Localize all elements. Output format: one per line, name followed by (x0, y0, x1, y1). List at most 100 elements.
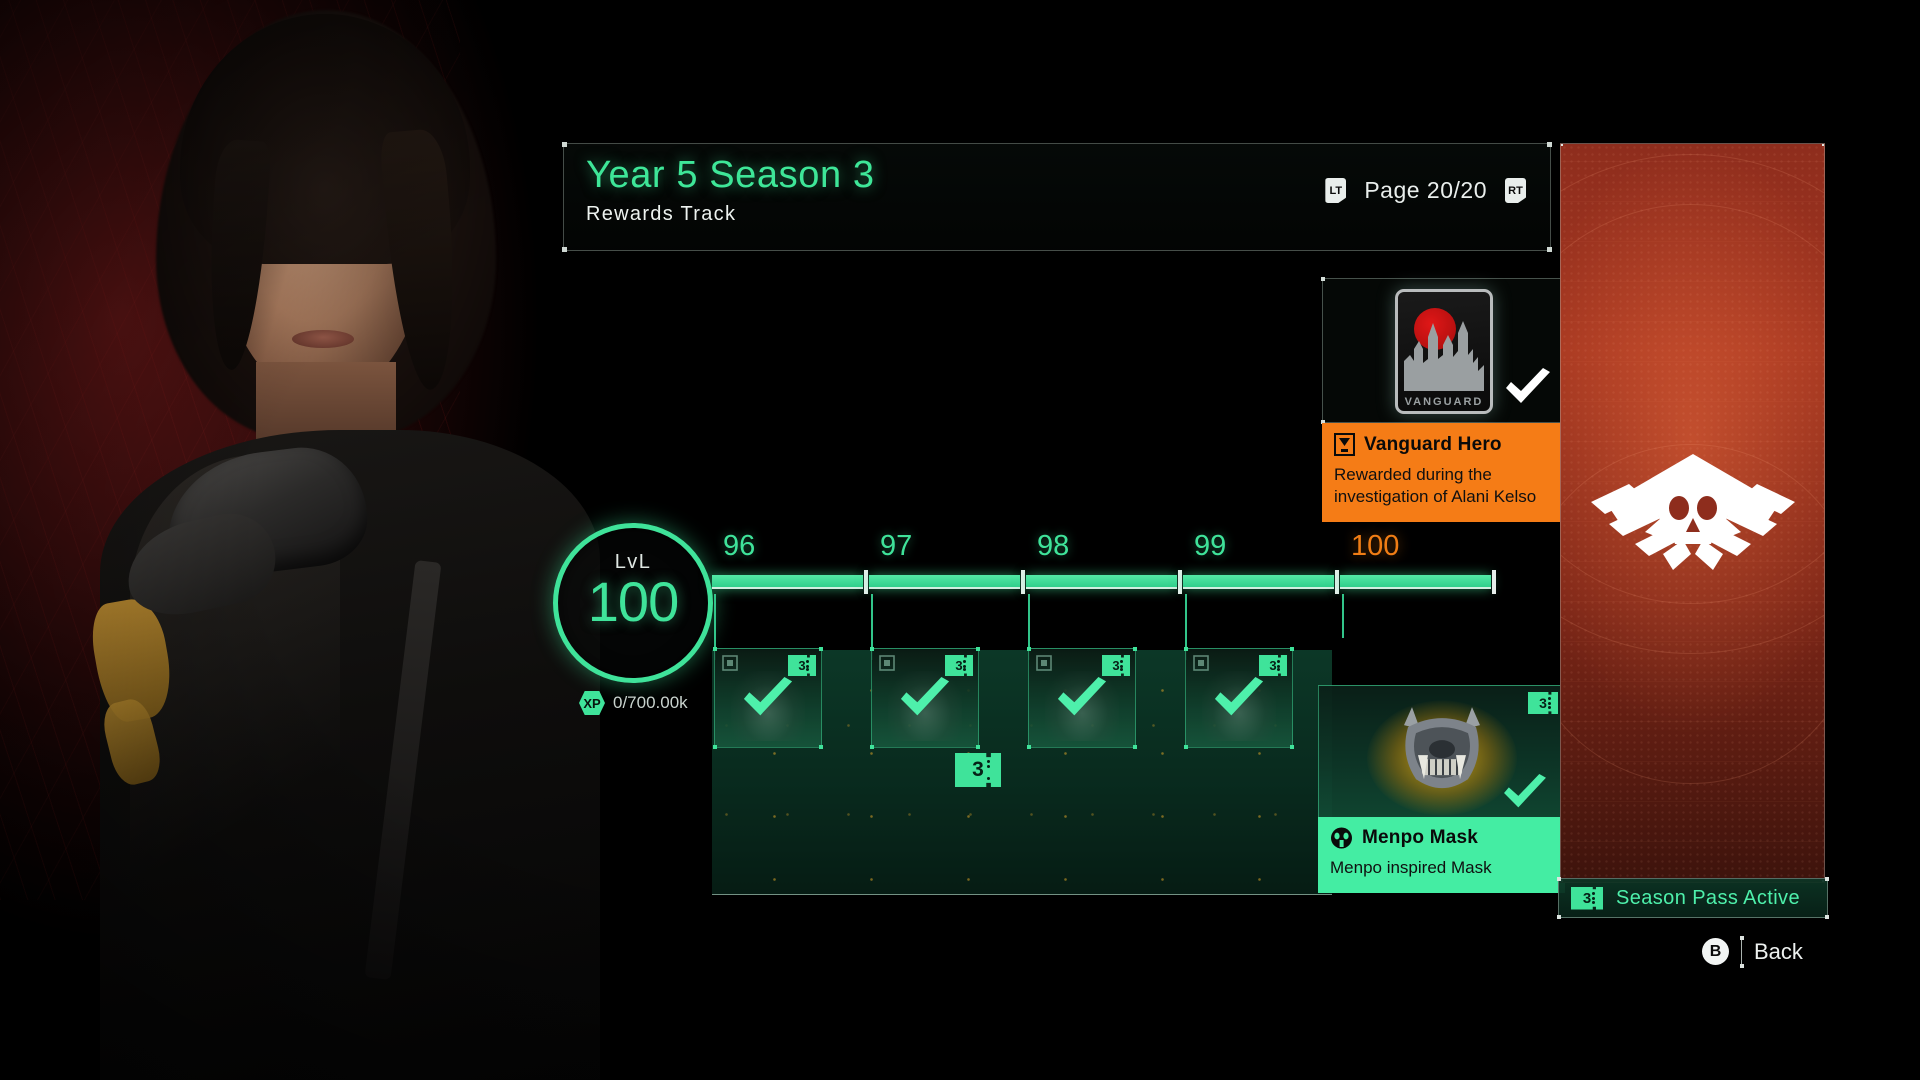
emblem-icon (1334, 433, 1355, 456)
back-control[interactable]: B Back (1702, 935, 1803, 968)
season-pass-banner: 3 Season Pass Active (1557, 877, 1829, 919)
claimed-check-icon (1506, 368, 1550, 403)
corner-marker (1290, 745, 1294, 749)
claimed-check-icon (1057, 676, 1107, 716)
menpo-reward-tile[interactable]: 3 (1318, 685, 1565, 825)
menpo-title-row: Menpo Mask (1330, 827, 1553, 849)
menpo-ticket-badge: 3 (1528, 692, 1558, 714)
reward-ticket-badge: 3 (1259, 655, 1287, 676)
track-progress-segment (869, 575, 1020, 589)
level-indicator: LvL 100 XP 0/700.00k (553, 523, 713, 723)
corner-marker (976, 647, 980, 651)
reward-tile[interactable]: 3 (1184, 647, 1294, 749)
corner-marker (1027, 647, 1031, 651)
page-title: Year 5 Season 3 (586, 154, 875, 196)
xp-progress-text: 0/700.00k (613, 693, 688, 712)
corner-marker (1557, 915, 1561, 919)
vanguard-title-row: Vanguard Hero (1334, 433, 1553, 456)
page-indicator: LT Page 20/20 RT (1325, 177, 1526, 204)
track-segment-cap (864, 570, 868, 594)
claimed-check-icon (1214, 676, 1264, 716)
track-level-number: 100 (1351, 530, 1400, 562)
xp-row: XP 0/700.00k (579, 691, 688, 715)
skull-knives-emblem (1590, 454, 1795, 570)
corner-marker (1027, 745, 1031, 749)
reward-ticket-badge: 3 (788, 655, 816, 676)
claimed-check-icon (900, 676, 950, 716)
mask-icon (1331, 827, 1352, 849)
vanguard-reward-tile[interactable]: VANGUARD (1321, 277, 1566, 424)
ticket-count: 3 (1102, 655, 1130, 676)
game-screen: Year 5 Season 3 Rewards Track LT Page 20… (0, 0, 1920, 1080)
corner-marker (1547, 142, 1552, 147)
vanguard-title: Vanguard Hero (1364, 433, 1502, 455)
corner-marker (819, 745, 823, 749)
corner-marker (1133, 745, 1137, 749)
vanguard-info-card: Vanguard Hero Rewarded during the invest… (1322, 423, 1565, 522)
track-segment-cap (1335, 570, 1339, 594)
ticket-count: 3 (945, 655, 973, 676)
vanguard-description: Rewarded during the investigation of Ala… (1334, 465, 1537, 506)
corner-marker (562, 247, 567, 252)
corner-marker (1290, 647, 1294, 651)
corner-marker (1825, 877, 1829, 881)
page-counter: Page 20/20 (1364, 177, 1487, 203)
ticket-count: 3 (1571, 886, 1603, 910)
outfit-icon (1193, 655, 1209, 671)
backpack-icon (722, 655, 738, 671)
season-pass-status-text: Season Pass Active (1616, 886, 1800, 909)
header-panel: Year 5 Season 3 Rewards Track LT Page 20… (562, 142, 1552, 252)
right-trigger-icon[interactable]: RT (1505, 178, 1526, 203)
container-icon (1036, 655, 1052, 671)
b-button-icon[interactable]: B (1702, 938, 1729, 965)
page-subtitle: Rewards Track (586, 203, 737, 225)
track-segment-cap (1178, 570, 1182, 594)
corner-marker (1825, 915, 1829, 919)
ticket-count: 3 (788, 655, 816, 676)
corner-marker (819, 647, 823, 651)
track-progress-segment (712, 575, 863, 589)
corner-marker (1184, 745, 1188, 749)
track-level-number: 99 (1194, 530, 1227, 562)
divider (1739, 935, 1744, 968)
level-value: 100 (587, 570, 679, 633)
reward-ticket-badge: 3 (945, 655, 973, 676)
reward-ticket-badge: 3 (1102, 655, 1130, 676)
menpo-info-card: Menpo Mask Menpo inspired Mask (1318, 817, 1565, 893)
corner-marker (1822, 144, 1824, 146)
track-progress-segment (1340, 575, 1491, 589)
ticket-count: 3 (955, 753, 1001, 787)
track-level-number: 96 (723, 530, 756, 562)
corner-marker (976, 745, 980, 749)
menpo-description: Menpo inspired Mask (1330, 858, 1492, 877)
corner-marker (1557, 877, 1561, 881)
vanguard-patch-label: VANGUARD (1404, 396, 1484, 408)
reward-tile[interactable]: 3 (870, 647, 980, 749)
track-segment-cap (1492, 570, 1496, 594)
corner-marker (1133, 647, 1137, 651)
corner-marker (1184, 647, 1188, 651)
reward-tile[interactable]: 3 (713, 647, 823, 749)
corner-marker (1561, 144, 1563, 146)
reward-tile[interactable]: 3 (1027, 647, 1137, 749)
menpo-title: Menpo Mask (1362, 827, 1479, 848)
corner-marker (1321, 277, 1325, 281)
panel-ticket-icon: 3 (955, 753, 1001, 787)
crate-icon (879, 655, 895, 671)
city-skyline-icon (1404, 321, 1484, 391)
corner-marker (713, 647, 717, 651)
season-pass-panel (1560, 143, 1825, 883)
menpo-mask-art (1403, 707, 1480, 789)
corner-marker (870, 745, 874, 749)
xp-badge-icon: XP (579, 691, 605, 715)
corner-marker (870, 647, 874, 651)
corner-marker (562, 142, 567, 147)
vanguard-patch-art: VANGUARD (1395, 289, 1493, 414)
track-level-number: 97 (880, 530, 913, 562)
corner-marker (713, 745, 717, 749)
claimed-check-icon (743, 676, 793, 716)
rewards-track: 96 97 98 99 100 (712, 530, 1502, 660)
ticket-count: 3 (1259, 655, 1287, 676)
left-trigger-icon[interactable]: LT (1325, 178, 1347, 203)
track-level-number: 98 (1037, 530, 1070, 562)
